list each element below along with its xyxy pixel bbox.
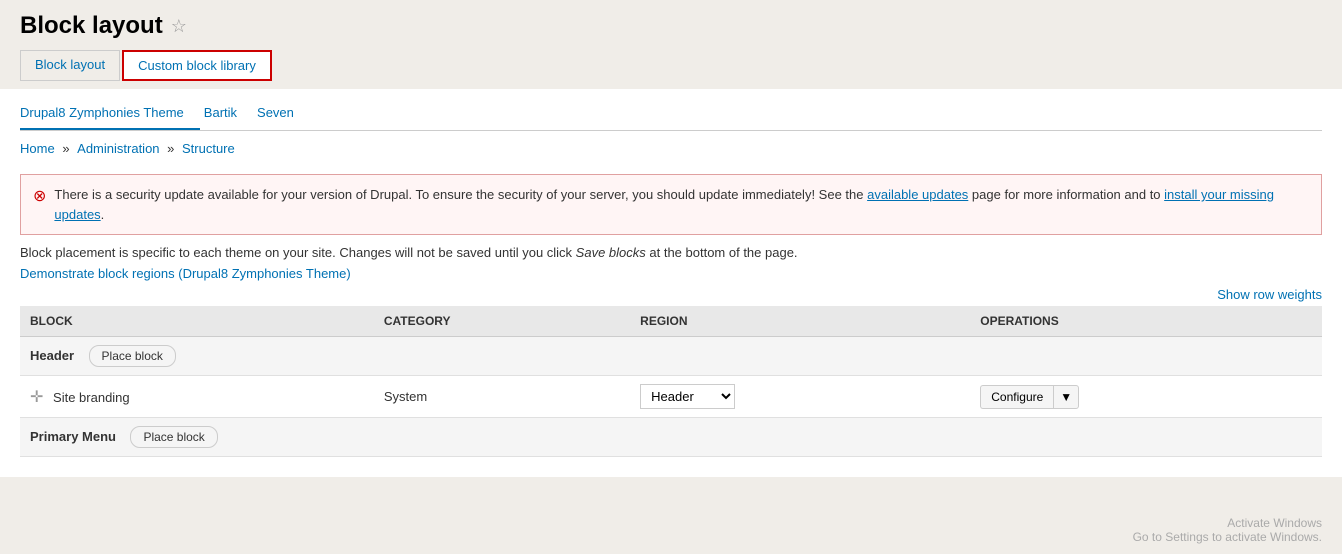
watermark-line1: Activate Windows bbox=[1133, 516, 1322, 530]
demo-link[interactable]: Demonstrate block regions (Drupal8 Zymph… bbox=[20, 266, 351, 281]
alert-message-start: There is a security update available for… bbox=[54, 187, 867, 202]
theme-tabs: Drupal8 Zymphonies Theme Bartik Seven bbox=[20, 89, 1322, 131]
table-row: Primary Menu Place block bbox=[20, 418, 1322, 457]
star-icon[interactable]: ☆ bbox=[171, 16, 187, 37]
block-cell: ✛ Site branding bbox=[20, 376, 374, 418]
block-name: Site branding bbox=[53, 390, 130, 405]
configure-dropdown-arrow[interactable]: ▼ bbox=[1053, 385, 1079, 409]
breadcrumb-structure[interactable]: Structure bbox=[182, 141, 235, 156]
drag-handle-icon[interactable]: ✛ bbox=[30, 389, 43, 406]
alert-link-updates[interactable]: available updates bbox=[867, 187, 968, 202]
place-block-primary-menu-button[interactable]: Place block bbox=[130, 426, 217, 448]
watermark: Activate Windows Go to Settings to activ… bbox=[1133, 516, 1322, 544]
table-body: Header Place block ✛ Site branding Syste… bbox=[20, 337, 1322, 457]
theme-tab-seven[interactable]: Seven bbox=[257, 97, 310, 130]
table-row: Header Place block bbox=[20, 337, 1322, 376]
breadcrumb-home[interactable]: Home bbox=[20, 141, 55, 156]
alert-message-end: . bbox=[101, 207, 105, 222]
table-row: ✛ Site branding System Header Configure … bbox=[20, 376, 1322, 418]
table-header-row: BLOCK CATEGORY REGION OPERATIONS bbox=[20, 306, 1322, 337]
col-category: CATEGORY bbox=[374, 306, 630, 337]
alert-text: There is a security update available for… bbox=[54, 185, 1309, 224]
col-block: BLOCK bbox=[20, 306, 374, 337]
page-wrapper: Block layout ☆ Block layout Custom block… bbox=[0, 0, 1342, 554]
col-region: REGION bbox=[630, 306, 970, 337]
section-header-cell: Header Place block bbox=[20, 337, 1322, 376]
page-title: Block layout bbox=[20, 12, 163, 40]
tab-block-layout[interactable]: Block layout bbox=[20, 50, 120, 81]
alert-icon: ⊗ bbox=[33, 186, 46, 206]
col-operations: OPERATIONS bbox=[970, 306, 1322, 337]
alert-message-mid: page for more information and to bbox=[968, 187, 1164, 202]
region-cell: Header bbox=[630, 376, 970, 418]
tab-custom-block-library[interactable]: Custom block library bbox=[122, 50, 272, 81]
theme-tab-bartik[interactable]: Bartik bbox=[204, 97, 253, 130]
region-select[interactable]: Header bbox=[640, 384, 735, 409]
table-header: BLOCK CATEGORY REGION OPERATIONS bbox=[20, 306, 1322, 337]
configure-button[interactable]: Configure bbox=[980, 385, 1053, 409]
page-title-row: Block layout ☆ bbox=[20, 12, 1322, 40]
section-primary-menu-label: Primary Menu bbox=[30, 429, 116, 444]
watermark-line2: Go to Settings to activate Windows. bbox=[1133, 530, 1322, 544]
show-row-weights-link[interactable]: Show row weights bbox=[1217, 287, 1322, 302]
category-cell: System bbox=[374, 376, 630, 418]
breadcrumb: Home » Administration » Structure bbox=[20, 131, 1322, 164]
breadcrumb-sep2: » bbox=[167, 141, 178, 156]
row-weights-row: Show row weights bbox=[20, 287, 1322, 302]
page-header: Block layout ☆ Block layout Custom block… bbox=[0, 0, 1342, 89]
alert-box: ⊗ There is a security update available f… bbox=[20, 174, 1322, 235]
operations-cell: Configure ▼ bbox=[970, 376, 1322, 418]
breadcrumb-sep1: » bbox=[62, 141, 73, 156]
content-area: Drupal8 Zymphonies Theme Bartik Seven Ho… bbox=[0, 89, 1342, 477]
block-table: BLOCK CATEGORY REGION OPERATIONS Header … bbox=[20, 306, 1322, 457]
theme-tab-drupal8[interactable]: Drupal8 Zymphonies Theme bbox=[20, 97, 200, 130]
breadcrumb-administration[interactable]: Administration bbox=[77, 141, 159, 156]
section-header-label: Header bbox=[30, 348, 74, 363]
section-primary-menu-cell: Primary Menu Place block bbox=[20, 418, 1322, 457]
info-text: Block placement is specific to each them… bbox=[20, 245, 1322, 260]
configure-btn-group: Configure ▼ bbox=[980, 385, 1312, 409]
top-tabs: Block layout Custom block library bbox=[20, 50, 1322, 81]
place-block-header-button[interactable]: Place block bbox=[89, 345, 176, 367]
